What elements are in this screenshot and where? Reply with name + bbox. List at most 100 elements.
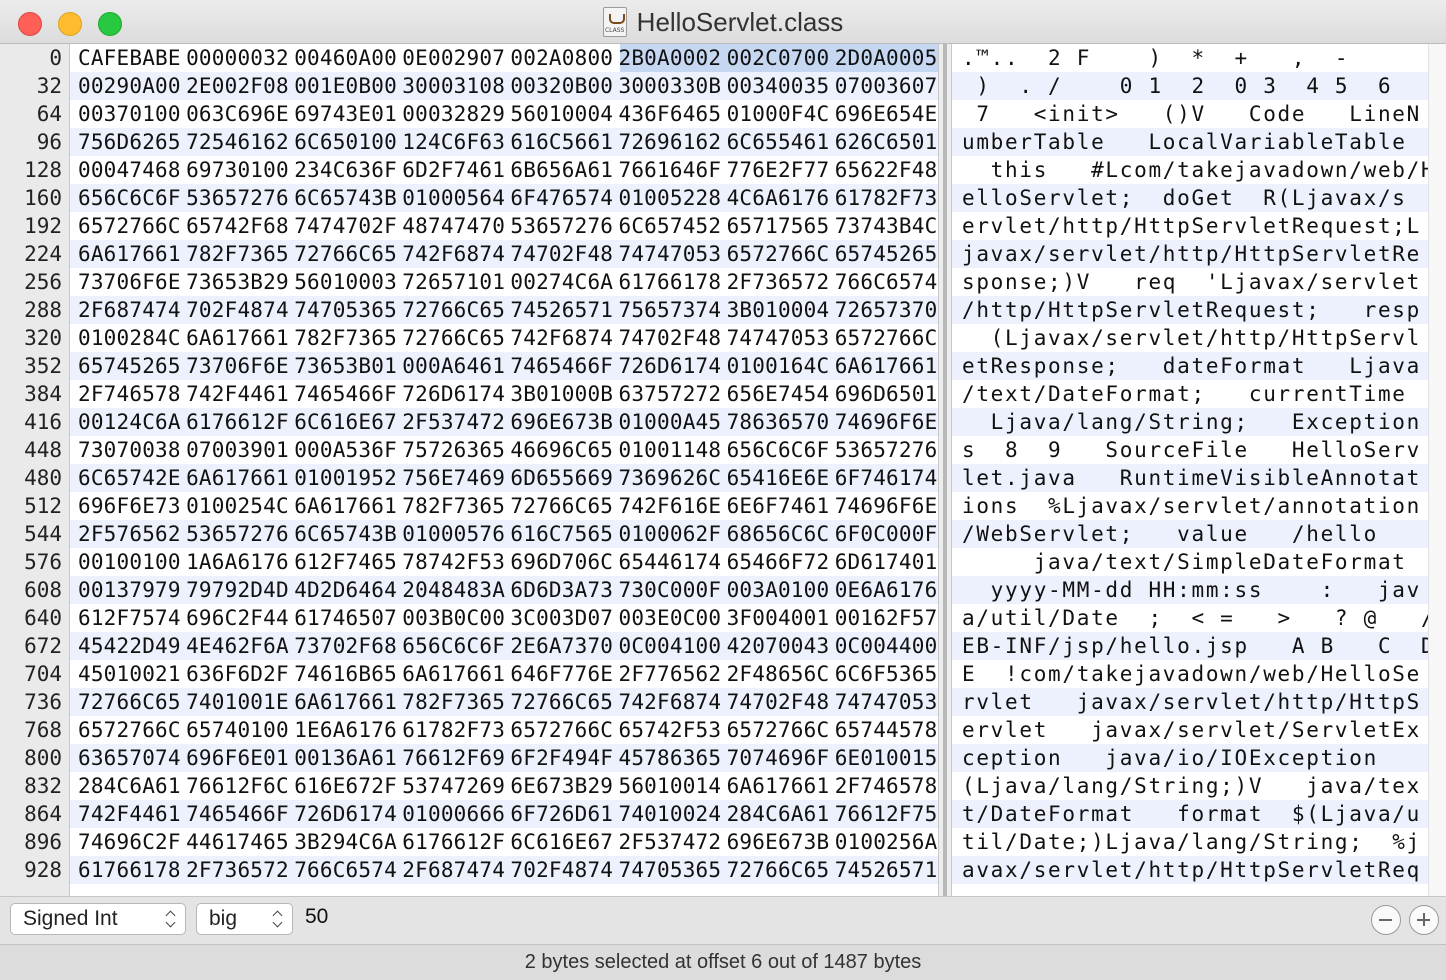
hex-row[interactable]: 00137979 79792D4D 4D2D6464 2048483A 6D6D3A73… — [70, 576, 938, 604]
hex-word[interactable]: 00274C6A — [510, 268, 613, 296]
hex-word[interactable]: 00137979 — [78, 576, 181, 604]
hex-word[interactable]: 2E6A7370 — [510, 632, 613, 660]
hex-word[interactable]: 284C6A61 — [78, 772, 181, 800]
hex-word[interactable]: 74747053 — [727, 324, 830, 352]
ascii-text[interactable]: umberTable LocalVariableTable — [962, 128, 1407, 156]
hex-word[interactable]: 002C0700 — [727, 44, 830, 72]
hex-word[interactable]: 73653B29 — [186, 268, 289, 296]
hex-word[interactable]: 72766C65 — [510, 688, 613, 716]
hex-word[interactable]: 6C6F5365 — [835, 660, 938, 688]
ascii-text[interactable]: etResponse; dateFormat Ljava — [962, 352, 1421, 380]
hex-word[interactable]: 01000564 — [402, 184, 505, 212]
ascii-text[interactable]: s 8 9 SourceFile HelloServ — [962, 436, 1421, 464]
hex-word[interactable]: 6176612F — [402, 828, 505, 856]
hex-word[interactable]: 07003901 — [186, 436, 289, 464]
hex-word[interactable]: 726D6174 — [619, 352, 722, 380]
hex-word[interactable]: 42070043 — [727, 632, 830, 660]
hex-word[interactable]: 48747470 — [402, 212, 505, 240]
hex-row[interactable]: 45422D49 4E462F6A 73702F68 656C6C6F 2E6A7370… — [70, 632, 938, 660]
hex-word[interactable]: 6C650100 — [294, 128, 397, 156]
hex-word[interactable]: 72546162 — [186, 128, 289, 156]
hex-row[interactable]: CAFEBABE 00000032 00460A00 0E002907 002A0800… — [70, 44, 1055, 72]
hex-word[interactable]: 72657370 — [835, 296, 938, 324]
hex-word[interactable]: 65466F72 — [727, 548, 830, 576]
hex-word[interactable]: 7074696F — [727, 744, 830, 772]
hex-word[interactable]: 2E002F08 — [186, 72, 289, 100]
hex-word[interactable]: 2F687474 — [78, 296, 181, 324]
hex-word[interactable]: 7465466F — [186, 800, 289, 828]
ascii-text[interactable]: elloServlet; doGet R(Ljavax/s — [962, 184, 1407, 212]
hex-word[interactable]: 6F746174 — [835, 464, 938, 492]
hex-word[interactable]: 656C6C6F — [727, 436, 830, 464]
hex-word[interactable]: 0C004100 — [619, 632, 722, 660]
hex-word[interactable]: 6C65742E — [78, 464, 181, 492]
hex-word[interactable]: 74696C2F — [78, 828, 181, 856]
hex-word[interactable]: 01000576 — [402, 520, 505, 548]
hex-word[interactable]: 74526571 — [835, 856, 938, 884]
ascii-text[interactable]: .™.. 2 F ) * + , - — [962, 44, 1349, 72]
hex-word[interactable]: 74705365 — [619, 856, 722, 884]
hex-word[interactable]: 74702F48 — [619, 324, 722, 352]
hex-word[interactable]: 65717565 — [727, 212, 830, 240]
hex-word[interactable]: 45010021 — [78, 660, 181, 688]
hex-word[interactable]: 65740100 — [186, 716, 289, 744]
hex-word[interactable]: 000A536F — [294, 436, 397, 464]
ascii-text[interactable]: Ljava/lang/String; Exception — [962, 408, 1421, 436]
hex-word[interactable]: 73706F6E — [186, 352, 289, 380]
hex-word[interactable]: 616E672F — [294, 772, 397, 800]
hex-row[interactable]: 74696C2F 44617465 3B294C6A 6176612F 6C616E67… — [70, 828, 938, 856]
hex-word[interactable]: 73743B4C — [835, 212, 938, 240]
hex-word[interactable]: 78742F53 — [402, 548, 505, 576]
ascii-text[interactable]: yyyy-MM-dd HH:mm:ss : jav — [962, 576, 1421, 604]
hex-word[interactable]: 4C6A6176 — [727, 184, 830, 212]
ascii-text[interactable]: rvlet javax/servlet/http/HttpS — [962, 688, 1421, 716]
hex-word[interactable]: 65446174 — [619, 548, 722, 576]
hex-word[interactable]: 74705365 — [294, 296, 397, 324]
hex-word[interactable]: 0100256A — [835, 828, 938, 856]
hex-word[interactable]: 696F6E01 — [186, 744, 289, 772]
hex-word[interactable]: 696E673B — [727, 828, 830, 856]
hex-word[interactable]: 00290A00 — [78, 72, 181, 100]
ascii-row[interactable]: Ljava/lang/String; Exception — [952, 408, 1428, 436]
hex-word[interactable]: 74696F6E — [835, 492, 938, 520]
ascii-text[interactable]: t/DateFormat format $(Ljava/u — [962, 800, 1421, 828]
hex-word[interactable]: 2F746578 — [78, 380, 181, 408]
hex-word[interactable]: 74696F6E — [835, 408, 938, 436]
hex-word[interactable]: 234C636F — [294, 156, 397, 184]
hex-word[interactable]: 656C6C6F — [402, 632, 505, 660]
hex-word[interactable]: 742F6874 — [619, 688, 722, 716]
hex-word[interactable]: 2048483A — [402, 576, 505, 604]
ascii-text[interactable]: EB-INF/jsp/hello.jsp A B C D — [962, 632, 1435, 660]
hex-word[interactable]: 63757272 — [619, 380, 722, 408]
hex-word[interactable]: 72766C65 — [78, 688, 181, 716]
hex-word[interactable]: 65745265 — [835, 240, 938, 268]
hex-word[interactable]: 65744578 — [835, 716, 938, 744]
hex-word[interactable]: 61746507 — [294, 604, 397, 632]
minimize-window-button[interactable] — [58, 12, 82, 36]
ascii-row[interactable]: (Ljavax/servlet/http/HttpServl — [952, 324, 1428, 352]
hex-word[interactable]: 53747269 — [402, 772, 505, 800]
hex-word[interactable]: 2F736572 — [186, 856, 289, 884]
hex-word[interactable]: 782F7365 — [402, 688, 505, 716]
hex-word[interactable]: 6572766C — [510, 716, 613, 744]
hex-word[interactable]: 6C616E67 — [510, 828, 613, 856]
hex-word[interactable]: 742F6874 — [510, 324, 613, 352]
hex-word[interactable]: 75657374 — [619, 296, 722, 324]
ascii-row[interactable]: rvlet javax/servlet/http/HttpS — [952, 688, 1428, 716]
hex-word[interactable]: 63657074 — [78, 744, 181, 772]
hex-row[interactable]: 0100284C 6A617661 782F7365 72766C65 742F6874… — [70, 324, 938, 352]
hex-word[interactable]: 01000A45 — [619, 408, 722, 436]
pane-divider[interactable] — [938, 44, 952, 896]
hex-word[interactable]: 6572766C — [78, 212, 181, 240]
hex-row[interactable]: 6572766C 65742F68 7474702F 48747470 53657276… — [70, 212, 938, 240]
hex-word[interactable]: 0C004400 — [835, 632, 938, 660]
hex-word[interactable]: 3F004001 — [727, 604, 830, 632]
hex-word[interactable]: 00460A00 — [294, 44, 397, 72]
hex-word[interactable]: 6572766C — [727, 716, 830, 744]
hex-word[interactable]: 72766C65 — [402, 324, 505, 352]
hex-word[interactable]: 284C6A61 — [727, 800, 830, 828]
ascii-row[interactable]: ervlet/http/HttpServletRequest;L — [952, 212, 1428, 240]
hex-row[interactable]: 756D6265 72546162 6C650100 124C6F63 616C5661… — [70, 128, 938, 156]
hex-word[interactable]: 6572766C — [835, 324, 938, 352]
hex-row[interactable]: 2F746578 742F4461 7465466F 726D6174 3B01000B… — [70, 380, 938, 408]
